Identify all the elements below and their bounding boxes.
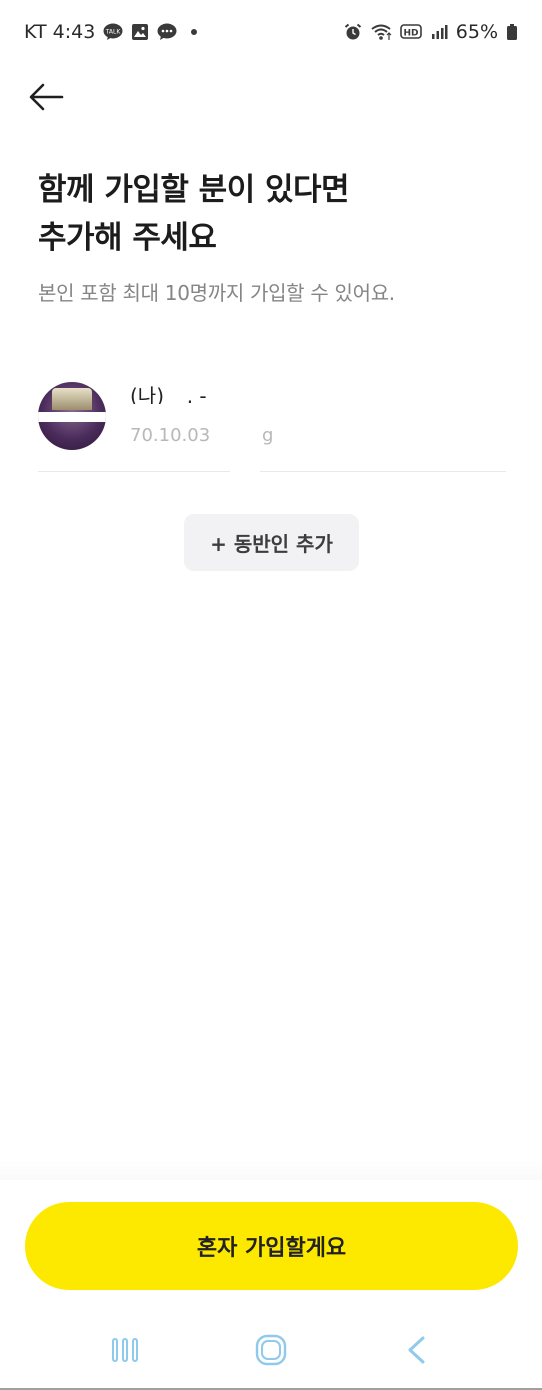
- status-left: KT 4:43 TALK: [24, 21, 198, 43]
- recent-apps-button[interactable]: [95, 1320, 155, 1380]
- system-back-button[interactable]: [387, 1320, 447, 1380]
- gallery-icon: [131, 23, 149, 41]
- status-right: HD 65%: [344, 21, 518, 43]
- divider: [260, 471, 506, 472]
- back-button[interactable]: [22, 74, 70, 120]
- divider: [38, 471, 230, 472]
- battery-percent: 65%: [455, 21, 498, 43]
- carrier-time: KT 4:43: [24, 21, 96, 43]
- member-info-mask: [124, 404, 284, 428]
- join-alone-button[interactable]: 혼자 가입할게요: [25, 1202, 518, 1290]
- avatar-image: [52, 388, 92, 410]
- signal-icon: [430, 23, 448, 41]
- navigation-bar: [0, 1310, 542, 1390]
- alarm-icon: [344, 23, 362, 41]
- talk-icon: TALK: [103, 23, 123, 41]
- svg-text:TALK: TALK: [105, 29, 122, 36]
- home-button[interactable]: [241, 1320, 301, 1380]
- status-bar: KT 4:43 TALK HD 65%: [0, 0, 542, 64]
- recent-apps-icon: [112, 1338, 138, 1362]
- battery-icon: [506, 23, 518, 41]
- avatar-mask: [38, 412, 106, 422]
- add-companion-button[interactable]: + 동반인 추가: [184, 514, 359, 571]
- back-arrow-icon: [29, 83, 64, 111]
- bottom-fade: [0, 1160, 542, 1180]
- back-icon: [408, 1336, 425, 1364]
- page-title-line2: 추가해 주세요: [38, 220, 217, 256]
- page-title-line1: 함께 가입할 분이 있다면: [38, 172, 350, 208]
- wifi-icon: [370, 23, 392, 41]
- hd-icon: HD: [399, 23, 422, 41]
- member-row[interactable]: (나) _ . - 70.10.03 g: [38, 376, 506, 474]
- home-icon: [255, 1334, 287, 1366]
- avatar: [38, 382, 106, 450]
- svg-text:HD: HD: [403, 29, 418, 39]
- dot-icon: [191, 29, 198, 35]
- page-subtitle: 본인 포함 최대 10명까지 가입할 수 있어요.: [38, 281, 395, 305]
- screen: KT 4:43 TALK HD 65% 함께 가입할 분이 있다면 추가해 주세…: [0, 0, 542, 1390]
- message-icon: [157, 23, 177, 41]
- page-title: 함께 가입할 분이 있다면 추가해 주세요: [38, 166, 508, 262]
